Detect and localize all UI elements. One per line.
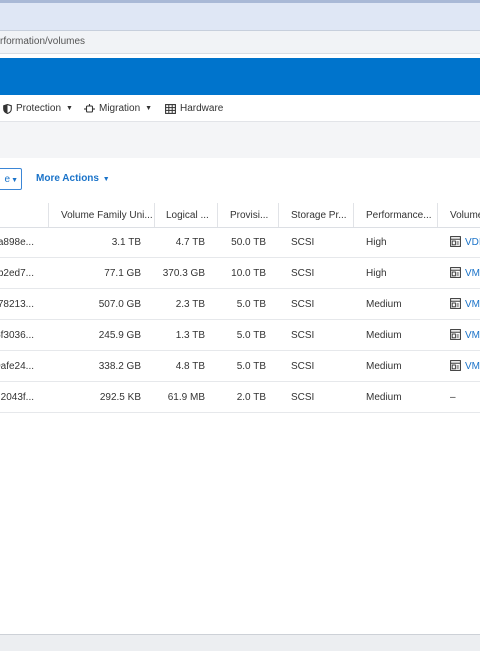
create-dropdown-button[interactable]: e▼ — [0, 168, 22, 190]
volume-group-link[interactable]: VM — [465, 299, 480, 310]
nav-hardware[interactable]: Hardware — [165, 103, 223, 114]
volume-group-icon — [450, 298, 461, 312]
family-unique-cell: 245.9 GB — [98, 330, 141, 341]
volume-group-link[interactable]: VM — [465, 268, 480, 279]
more-actions-label: More Actions — [36, 173, 99, 184]
column-divider[interactable] — [353, 203, 354, 227]
performance-cell: Medium — [366, 392, 402, 403]
top-navigation: Protection ▼ Migration ▼ Hardware — [0, 95, 480, 122]
table-row[interactable]: 5f3036... 245.9 GB 1.3 TB 5.0 TB SCSI Medium V… — [0, 320, 480, 351]
address-bar[interactable]: rformation/volumes — [0, 31, 480, 54]
volume-group-cell: – — [450, 392, 456, 403]
chevron-down-icon: ▼ — [102, 176, 110, 183]
column-header-family-unique[interactable]: Volume Family Uni... — [61, 210, 153, 221]
performance-cell: High — [366, 268, 387, 279]
column-header-performance[interactable]: Performance... — [366, 210, 432, 221]
storage-protocol-cell: SCSI — [291, 330, 315, 341]
storage-protocol-cell: SCSI — [291, 299, 315, 310]
nav-migration[interactable]: Migration ▼ — [84, 103, 152, 114]
volume-group-icon — [450, 267, 461, 281]
volume-group-link[interactable]: VM — [465, 330, 480, 341]
performance-cell: Medium — [366, 330, 402, 341]
logical-cell: 4.7 TB — [175, 237, 205, 248]
chevron-down-icon: ▼ — [11, 177, 18, 184]
table-row[interactable]: a898e... 3.1 TB 4.7 TB 50.0 TB SCSI High VDI — [0, 227, 480, 258]
column-divider[interactable] — [217, 203, 218, 227]
volume-group-icon — [450, 236, 461, 250]
nav-protection[interactable]: Protection ▼ — [3, 103, 73, 114]
volume-group-link[interactable]: VM — [465, 361, 480, 372]
logical-cell: 1.3 TB — [175, 330, 205, 341]
hardware-icon — [165, 103, 176, 114]
column-header-provisioned[interactable]: Provisi... — [230, 210, 268, 221]
provisioned-cell: 10.0 TB — [231, 268, 266, 279]
volume-name-cell[interactable]: 2043f... — [1, 392, 34, 403]
table-row[interactable]: 9afe24... 338.2 GB 4.8 TB 5.0 TB SCSI Medium V… — [0, 351, 480, 382]
provisioned-cell: 5.0 TB — [236, 299, 266, 310]
table-row[interactable]: 2043f... 292.5 KB 61.9 MB 2.0 TB SCSI Medium – — [0, 382, 480, 413]
family-unique-cell: 292.5 KB — [99, 392, 141, 403]
logical-cell: 4.8 TB — [175, 361, 205, 372]
volume-name-cell[interactable]: a898e... — [0, 237, 34, 248]
column-divider[interactable] — [437, 203, 438, 227]
browser-tab-strip — [0, 0, 480, 31]
performance-cell: Medium — [366, 299, 402, 310]
storage-protocol-cell: SCSI — [291, 361, 315, 372]
provisioned-cell: 50.0 TB — [231, 237, 266, 248]
provisioned-cell: 5.0 TB — [236, 330, 266, 341]
provisioned-cell: 5.0 TB — [236, 361, 266, 372]
column-divider[interactable] — [154, 203, 155, 227]
chevron-down-icon: ▼ — [145, 105, 153, 112]
migration-icon — [84, 103, 95, 114]
column-divider[interactable] — [48, 203, 49, 227]
logical-cell: 61.9 MB — [167, 392, 205, 403]
page-header-area — [0, 122, 480, 158]
volume-group-link[interactable]: VDI — [465, 237, 480, 248]
storage-protocol-cell: SCSI — [291, 237, 315, 248]
volume-name-cell[interactable]: ab2ed7... — [0, 268, 34, 279]
column-header-storage-protocol[interactable]: Storage Pr... — [291, 210, 347, 221]
provisioned-cell: 2.0 TB — [236, 392, 266, 403]
table-header: Volume Family Uni... Logical ... Provisi… — [0, 203, 480, 228]
table-row[interactable]: ab2ed7... 77.1 GB 370.3 GB 10.0 TB SCSI High V… — [0, 258, 480, 289]
table-row[interactable]: 578213... 507.0 GB 2.3 TB 5.0 TB SCSI Medium V… — [0, 289, 480, 320]
logical-cell: 2.3 TB — [175, 299, 205, 310]
create-button-label: e — [4, 174, 11, 185]
family-unique-cell: 338.2 GB — [98, 361, 141, 372]
column-divider[interactable] — [278, 203, 279, 227]
status-bar — [0, 634, 480, 651]
performance-cell: Medium — [366, 361, 402, 372]
app-header-banner — [0, 58, 480, 95]
nav-protection-label: Protection — [16, 103, 62, 114]
family-unique-cell: 507.0 GB — [98, 299, 141, 310]
nav-migration-label: Migration — [99, 103, 141, 114]
shield-icon — [3, 103, 12, 114]
storage-protocol-cell: SCSI — [291, 268, 315, 279]
volume-name-cell[interactable]: 5f3036... — [0, 330, 34, 341]
chevron-down-icon: ▼ — [66, 105, 73, 112]
logical-cell: 370.3 GB — [162, 268, 205, 279]
family-unique-cell: 77.1 GB — [104, 268, 141, 279]
volume-name-cell[interactable]: 9afe24... — [0, 361, 34, 372]
volume-group-icon — [450, 329, 461, 343]
performance-cell: High — [366, 237, 387, 248]
storage-protocol-cell: SCSI — [291, 392, 315, 403]
address-text[interactable]: rformation/volumes — [0, 36, 85, 47]
column-header-volume-group[interactable]: Volume — [450, 210, 480, 221]
volume-name-cell[interactable]: 578213... — [0, 299, 34, 310]
volume-group-icon — [450, 360, 461, 374]
more-actions-button[interactable]: More Actions ▼ — [36, 173, 110, 184]
nav-hardware-label: Hardware — [180, 103, 224, 114]
family-unique-cell: 3.1 TB — [111, 237, 141, 248]
column-header-logical[interactable]: Logical ... — [166, 210, 209, 221]
